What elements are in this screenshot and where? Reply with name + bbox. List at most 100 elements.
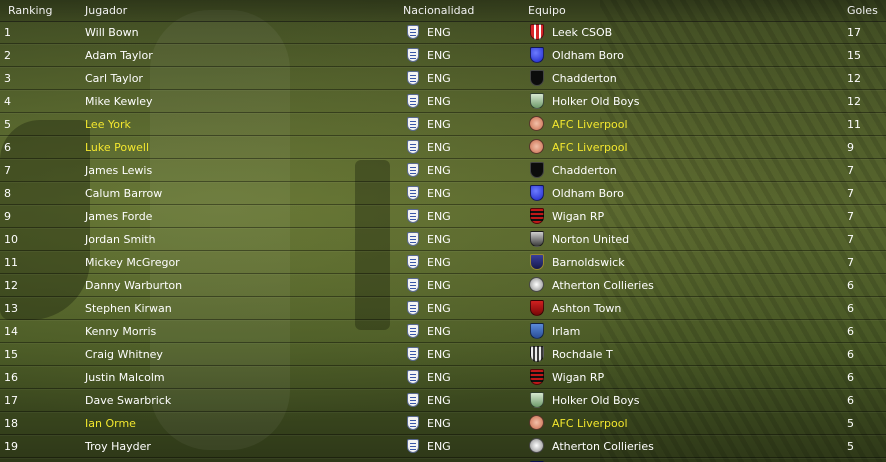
player-name[interactable]: Mike Kewley <box>85 95 153 108</box>
team-name[interactable]: Ashton Town <box>552 302 621 315</box>
team-name[interactable]: Chadderton <box>552 164 617 177</box>
table-row[interactable]: 3 Carl Taylor ENG Chadderton 12 <box>0 67 886 90</box>
team-name[interactable]: Chadderton <box>552 72 617 85</box>
england-flag-icon <box>407 393 419 407</box>
table-row[interactable]: 13 Stephen Kirwan ENG Ashton Town 6 <box>0 297 886 320</box>
nationality-code: ENG <box>427 187 451 200</box>
player-name[interactable]: Luke Powell <box>85 141 149 154</box>
player-name[interactable]: Adam Taylor <box>85 49 153 62</box>
rank-cell: 12 <box>4 279 18 292</box>
team-crest-icon <box>530 392 544 408</box>
table-row[interactable]: 14 Kenny Morris ENG Irlam 6 <box>0 320 886 343</box>
player-name[interactable]: Justin Malcolm <box>85 371 165 384</box>
goals-cell: 12 <box>847 95 861 108</box>
nationality-code: ENG <box>427 72 451 85</box>
table-row[interactable]: 6 Luke Powell ENG AFC Liverpool 9 <box>0 136 886 159</box>
team-name[interactable]: AFC Liverpool <box>552 417 628 430</box>
goals-cell: 11 <box>847 118 861 131</box>
player-name[interactable]: James Lewis <box>85 164 152 177</box>
player-name[interactable]: James Forde <box>85 210 152 223</box>
table-row[interactable]: 12 Danny Warburton ENG Atherton Collieries 6 <box>0 274 886 297</box>
player-name[interactable]: Danny Warburton <box>85 279 182 292</box>
rank-cell: 1 <box>4 26 11 39</box>
team-name[interactable]: Holker Old Boys <box>552 95 640 108</box>
table-header: Ranking Jugador Nacionalidad Equipo Gole… <box>0 0 886 22</box>
table-row[interactable]: 20Marc SmithENGDaisy Hill5 <box>0 458 886 462</box>
table-row[interactable]: 4 Mike Kewley ENG Holker Old Boys 12 <box>0 90 886 113</box>
team-crest-icon <box>529 415 544 430</box>
team-name[interactable]: Oldham Boro <box>552 49 624 62</box>
nationality-code: ENG <box>427 26 451 39</box>
player-name[interactable]: Will Bown <box>85 26 139 39</box>
team-name[interactable]: Barnoldswick <box>552 256 625 269</box>
table-row[interactable]: 11 Mickey McGregor ENG Barnoldswick 7 <box>0 251 886 274</box>
rank-cell: 17 <box>4 394 18 407</box>
team-name[interactable]: Wigan RP <box>552 210 604 223</box>
england-flag-icon <box>407 278 419 292</box>
table-row[interactable]: 5 Lee York ENG AFC Liverpool 11 <box>0 113 886 136</box>
table-row[interactable]: 18 Ian Orme ENG AFC Liverpool 5 <box>0 412 886 435</box>
player-name[interactable]: Craig Whitney <box>85 348 163 361</box>
team-crest-icon <box>529 277 544 292</box>
england-flag-icon <box>407 71 419 85</box>
table-row[interactable]: 17 Dave Swarbrick ENG Holker Old Boys 6 <box>0 389 886 412</box>
header-player[interactable]: Jugador <box>85 4 127 17</box>
rank-cell: 7 <box>4 164 11 177</box>
table-row[interactable]: 16 Justin Malcolm ENG Wigan RP 6 <box>0 366 886 389</box>
team-name[interactable]: Rochdale T <box>552 348 613 361</box>
team-name[interactable]: Holker Old Boys <box>552 394 640 407</box>
team-crest-icon <box>530 47 544 63</box>
team-crest-icon <box>530 369 544 385</box>
goals-cell: 7 <box>847 233 854 246</box>
team-crest-icon <box>530 208 544 224</box>
table-row[interactable]: 15 Craig Whitney ENG Rochdale T 6 <box>0 343 886 366</box>
team-name[interactable]: Atherton Collieries <box>552 279 654 292</box>
player-name[interactable]: Calum Barrow <box>85 187 162 200</box>
nationality-code: ENG <box>427 210 451 223</box>
header-nationality[interactable]: Nacionalidad <box>403 4 474 17</box>
team-name[interactable]: Norton United <box>552 233 629 246</box>
nationality-code: ENG <box>427 394 451 407</box>
team-name[interactable]: AFC Liverpool <box>552 141 628 154</box>
rank-cell: 2 <box>4 49 11 62</box>
goals-cell: 12 <box>847 72 861 85</box>
table-row[interactable]: 7 James Lewis ENG Chadderton 7 <box>0 159 886 182</box>
england-flag-icon <box>407 186 419 200</box>
player-name[interactable]: Kenny Morris <box>85 325 156 338</box>
player-name[interactable]: Troy Hayder <box>85 440 151 453</box>
rank-cell: 19 <box>4 440 18 453</box>
nationality-code: ENG <box>427 371 451 384</box>
table-row[interactable]: 9 James Forde ENG Wigan RP 7 <box>0 205 886 228</box>
nationality-code: ENG <box>427 348 451 361</box>
header-ranking[interactable]: Ranking <box>8 4 53 17</box>
team-name[interactable]: Wigan RP <box>552 371 604 384</box>
team-name[interactable]: Irlam <box>552 325 580 338</box>
nationality-code: ENG <box>427 417 451 430</box>
player-name[interactable]: Lee York <box>85 118 131 131</box>
player-name[interactable]: Dave Swarbrick <box>85 394 171 407</box>
team-crest-icon <box>530 346 544 362</box>
england-flag-icon <box>407 117 419 131</box>
player-name[interactable]: Mickey McGregor <box>85 256 180 269</box>
table-row[interactable]: 10 Jordan Smith ENG Norton United 7 <box>0 228 886 251</box>
player-name[interactable]: Ian Orme <box>85 417 136 430</box>
table-row[interactable]: 8 Calum Barrow ENG Oldham Boro 7 <box>0 182 886 205</box>
goals-cell: 5 <box>847 417 854 430</box>
player-name[interactable]: Carl Taylor <box>85 72 143 85</box>
team-name[interactable]: Leek CSOB <box>552 26 612 39</box>
player-name[interactable]: Jordan Smith <box>85 233 156 246</box>
header-team[interactable]: Equipo <box>528 4 566 17</box>
england-flag-icon <box>407 163 419 177</box>
goals-cell: 6 <box>847 302 854 315</box>
header-goals[interactable]: Goles <box>847 4 878 17</box>
team-name[interactable]: Oldham Boro <box>552 187 624 200</box>
table-row[interactable]: 2 Adam Taylor ENG Oldham Boro 15 <box>0 44 886 67</box>
table-row[interactable]: 1 Will Bown ENG Leek CSOB 17 <box>0 21 886 44</box>
team-name[interactable]: AFC Liverpool <box>552 118 628 131</box>
rank-cell: 9 <box>4 210 11 223</box>
top-scorers-screen: Ranking Jugador Nacionalidad Equipo Gole… <box>0 0 886 462</box>
table-row[interactable]: 19 Troy Hayder ENG Atherton Collieries 5 <box>0 435 886 458</box>
rank-cell: 16 <box>4 371 18 384</box>
player-name[interactable]: Stephen Kirwan <box>85 302 172 315</box>
team-name[interactable]: Atherton Collieries <box>552 440 654 453</box>
